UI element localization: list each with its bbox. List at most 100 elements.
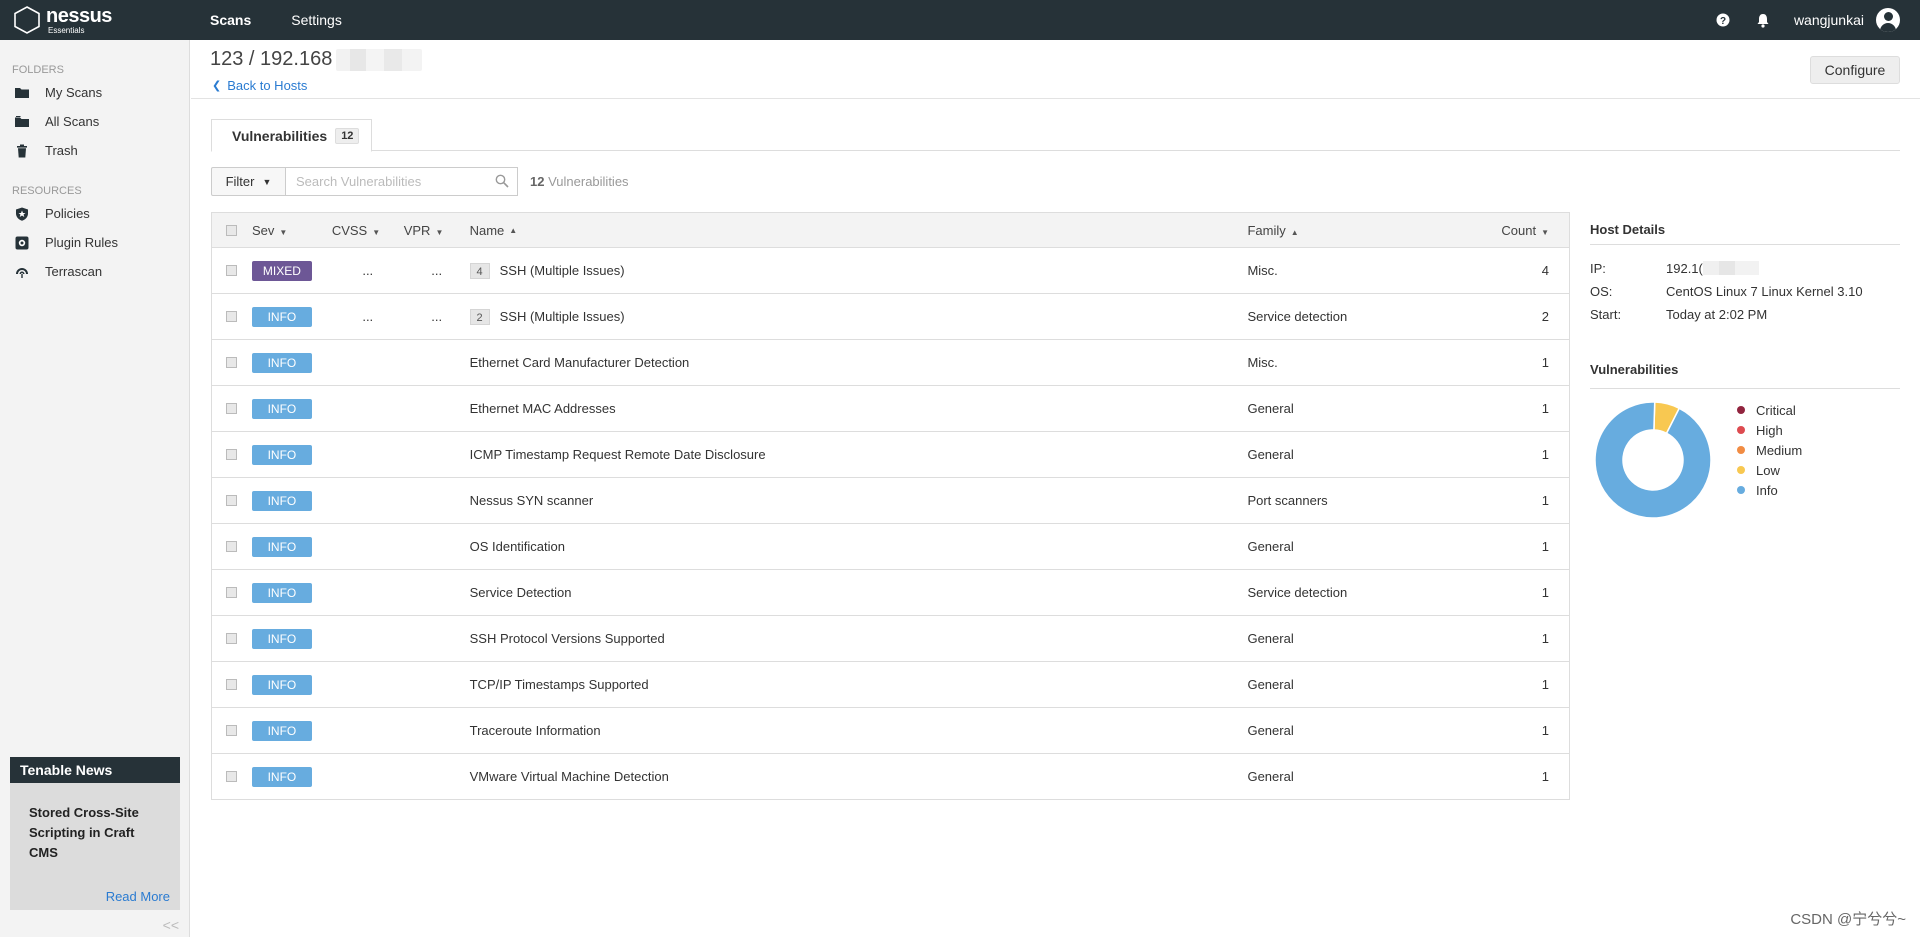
row-checkbox[interactable] <box>226 311 238 322</box>
count-cell: 1 <box>1541 355 1549 370</box>
row-checkbox[interactable] <box>226 495 238 506</box>
page-title: 123 / 192.168 <box>210 48 423 71</box>
select-all-checkbox[interactable] <box>226 224 238 236</box>
sidebar-item-label: My Scans <box>45 85 103 100</box>
sidebar-item-all-scans[interactable]: All Scans <box>0 107 189 136</box>
row-checkbox[interactable] <box>226 541 238 552</box>
row-select-cell <box>212 587 252 598</box>
os-label: OS: <box>1590 284 1613 299</box>
sidebar-item-plugin-rules[interactable]: Plugin Rules <box>0 228 189 257</box>
table-row[interactable]: MIXED...... 4 SSH (Multiple Issues) Misc. 4 <box>212 247 1569 293</box>
count-cell: 1 <box>1541 401 1549 416</box>
col-count-header[interactable]: Count ▼ <box>1473 223 1569 238</box>
row-select-cell <box>212 357 252 368</box>
table-row[interactable]: INFO OS Identification General 1 <box>212 523 1569 569</box>
sidebar-item-label: Terrascan <box>45 264 103 279</box>
user-avatar-icon[interactable] <box>1876 8 1900 32</box>
table-row[interactable]: INFO...... 2 SSH (Multiple Issues) Service … <box>212 293 1569 339</box>
legend-dot-icon <box>1737 466 1745 474</box>
table-row[interactable]: INFO SSH Protocol Versions Supported Gener… <box>212 615 1569 661</box>
col-vpr-header[interactable]: VPR ▼ <box>404 223 470 238</box>
count-cell: 1 <box>1541 493 1549 508</box>
name-cell[interactable]: Nessus SYN scanner <box>470 493 1248 508</box>
row-checkbox[interactable] <box>226 587 238 598</box>
severity-cell: INFO <box>251 490 332 511</box>
count-cell: 1 <box>1541 585 1549 600</box>
vulnerabilities-donut-chart[interactable] <box>1593 400 1713 520</box>
legend-item-critical[interactable]: Critical <box>1737 400 1802 420</box>
sidebar-item-terrascan[interactable]: Terrascan <box>0 257 189 286</box>
sidebar-item-policies[interactable]: Policies <box>0 199 189 228</box>
count-cell: 1 <box>1541 631 1549 646</box>
help-circle-icon[interactable]: ? <box>1716 13 1730 27</box>
name-cell[interactable]: 2 SSH (Multiple Issues) <box>469 308 1248 325</box>
news-read-more-link[interactable]: Read More <box>106 889 170 904</box>
name-cell[interactable]: Ethernet MAC Addresses <box>470 401 1248 416</box>
table-row[interactable]: INFO VMware Virtual Machine Detection Gene… <box>212 753 1569 799</box>
legend-item-medium[interactable]: Medium <box>1737 440 1802 460</box>
filter-button[interactable]: Filter ▼ <box>211 167 286 196</box>
legend-dot-icon <box>1737 406 1745 414</box>
table-row[interactable]: INFO TCP/IP Timestamps Supported General 1 <box>212 661 1569 707</box>
row-checkbox[interactable] <box>226 725 238 736</box>
table-row[interactable]: INFO Service Detection Service detection 1 <box>212 569 1569 615</box>
row-checkbox[interactable] <box>226 357 238 368</box>
table-row[interactable]: INFO Ethernet MAC Addresses General 1 <box>212 385 1569 431</box>
col-name-header[interactable]: Name ▲ <box>470 223 1248 238</box>
table-row[interactable]: INFO ICMP Timestamp Request Remote Date D… <box>212 431 1569 477</box>
row-checkbox[interactable] <box>226 449 238 460</box>
legend-item-low[interactable]: Low <box>1737 460 1802 480</box>
table-row[interactable]: INFO Traceroute Information General 1 <box>212 707 1569 753</box>
nav-scans[interactable]: Scans <box>190 0 271 40</box>
family-cell: General <box>1247 769 1294 784</box>
name-cell[interactable]: Traceroute Information <box>470 723 1248 738</box>
count-cell: 1 <box>1541 723 1549 738</box>
count-cell: 4 <box>1541 263 1549 278</box>
name-cell[interactable]: Ethernet Card Manufacturer Detection <box>470 355 1248 370</box>
family-cell: General <box>1247 447 1294 462</box>
row-checkbox[interactable] <box>226 633 238 644</box>
legend-item-high[interactable]: High <box>1737 420 1802 440</box>
sidebar-item-trash[interactable]: Trash <box>0 136 189 165</box>
name-cell[interactable]: TCP/IP Timestamps Supported <box>470 677 1248 692</box>
name-cell[interactable]: SSH Protocol Versions Supported <box>470 631 1248 646</box>
row-checkbox[interactable] <box>226 679 238 690</box>
search-icon[interactable] <box>495 174 509 188</box>
row-select-cell <box>212 633 252 644</box>
folders-icon <box>15 115 29 127</box>
col-sev-header[interactable]: Sev ▼ <box>252 223 332 238</box>
row-checkbox[interactable] <box>226 403 238 414</box>
search-input[interactable] <box>296 174 486 189</box>
sort-down-icon: ▼ <box>435 227 444 237</box>
row-checkbox[interactable] <box>226 265 238 276</box>
name-cell[interactable]: Service Detection <box>470 585 1248 600</box>
configure-button[interactable]: Configure <box>1810 56 1900 84</box>
name-cell[interactable]: VMware Virtual Machine Detection <box>470 769 1248 784</box>
row-select-cell <box>212 265 252 276</box>
table-row[interactable]: INFO Nessus SYN scanner Port scanners 1 <box>212 477 1569 523</box>
back-to-hosts-link[interactable]: ❮ Back to Hosts <box>212 78 307 93</box>
family-cell: General <box>1247 723 1294 738</box>
table-row[interactable]: INFO Ethernet Card Manufacturer Detection… <box>212 339 1569 385</box>
legend-label: Low <box>1756 462 1780 478</box>
name-cell[interactable]: ICMP Timestamp Request Remote Date Discl… <box>470 447 1248 462</box>
nessus-logo[interactable]: nessus Essentials <box>0 5 190 35</box>
col-cvss-header[interactable]: CVSS ▼ <box>332 223 404 238</box>
legend-item-info[interactable]: Info <box>1737 480 1802 500</box>
family-cell: Port scanners <box>1247 493 1328 508</box>
name-cell[interactable]: 4 SSH (Multiple Issues) <box>469 262 1248 279</box>
vulnerability-name: OS Identification <box>469 539 565 554</box>
news-title[interactable]: Stored Cross-Site Scripting in Craft CMS <box>29 803 161 863</box>
start-value: Today at 2:02 PM <box>1666 307 1768 322</box>
sidebar-item-my-scans[interactable]: My Scans <box>0 78 189 107</box>
name-cell[interactable]: OS Identification <box>470 539 1248 554</box>
collapse-sidebar-icon[interactable]: << <box>163 917 179 933</box>
vulnerability-name: ICMP Timestamp Request Remote Date Discl… <box>469 447 766 462</box>
donut-slice-info[interactable] <box>1594 401 1712 519</box>
nav-settings[interactable]: Settings <box>271 0 362 40</box>
col-family-header[interactable]: Family ▲ <box>1247 223 1473 238</box>
username[interactable]: wangjunkai <box>1794 12 1864 28</box>
tab-vulnerabilities[interactable]: Vulnerabilities 12 <box>211 119 373 152</box>
bell-icon[interactable] <box>1756 13 1770 28</box>
row-checkbox[interactable] <box>226 771 238 782</box>
